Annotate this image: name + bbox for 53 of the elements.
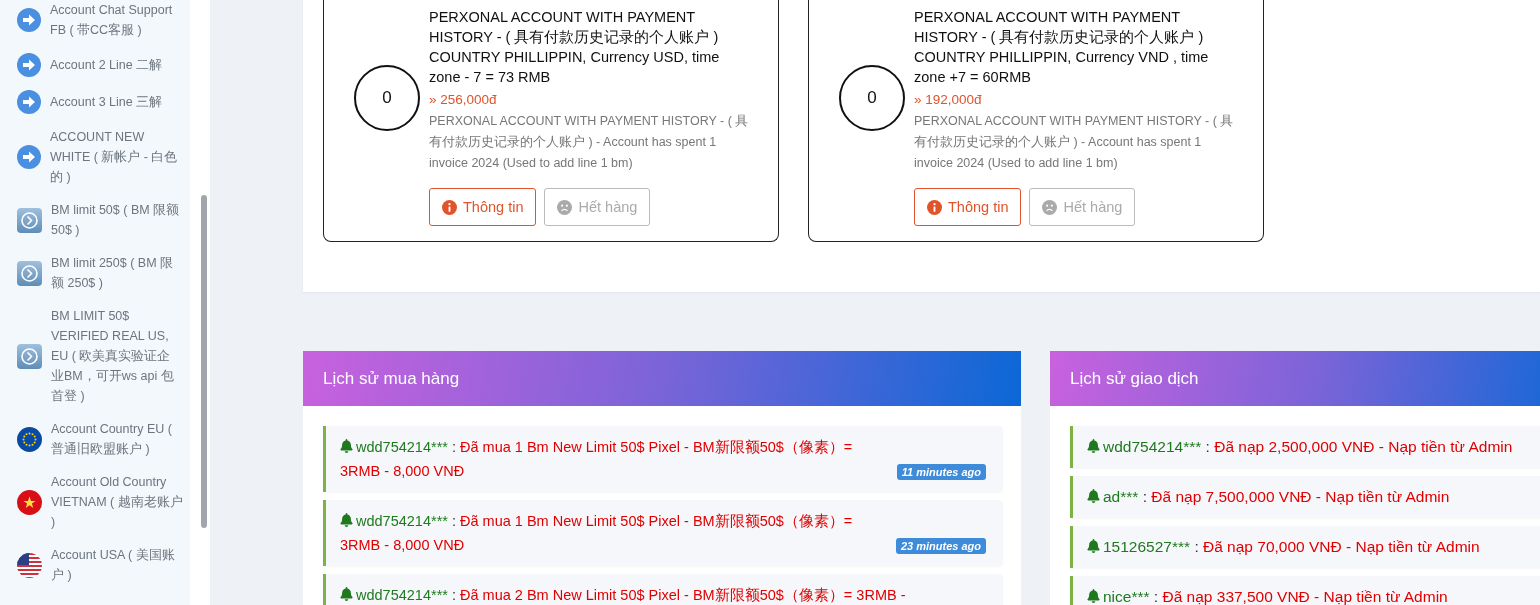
sad-face-icon: [1042, 199, 1058, 215]
chevron-square-icon: [17, 207, 42, 233]
product-description: PERXONAL ACCOUNT WITH PAYMENT HISTORY - ( 具有付款历史记录的个人账户 ) - Account has spent 1 invoice 2024 (Used to add line 1 bm): [914, 113, 1235, 172]
eu-flag-icon: [17, 426, 42, 452]
entry-text: wdd754214*** : Đã mua 1 Bm New Limit 50$ Pixel - BM新限额50$（像素）= 3RMB - 8,000 VNĐ: [340, 512, 854, 555]
stock-counter: 0: [839, 65, 905, 131]
arrow-circle-icon: [17, 90, 41, 114]
bell-icon: [1087, 539, 1100, 553]
bell-icon: [340, 513, 353, 527]
product-price: » 256,000đ: [429, 91, 498, 109]
bell-icon: [340, 587, 353, 601]
entry-text: wdd754214*** : Đã mua 1 Bm New Limit 50$ Pixel - BM新限额50$（像素）= 3RMB - 8,000 VNĐ: [340, 438, 854, 481]
info-button[interactable]: Thông tin: [429, 188, 537, 226]
product-price: » 192,000đ: [914, 91, 983, 109]
chevron-square-icon: [17, 260, 42, 286]
bell-icon: [340, 439, 353, 453]
sidebar-item[interactable]: Account Chat Support FB ( 带CC客服 ): [17, 0, 190, 40]
bell-icon: [1087, 589, 1100, 603]
sidebar-item[interactable]: BM limit 250$ ( BM 限额 250$ ): [17, 253, 190, 293]
panel-header: Lịch sử giao dịch: [1050, 351, 1540, 406]
sidebar-item[interactable]: Account Country EU ( 普通旧欧盟账户 ): [17, 419, 190, 459]
arrow-circle-icon: [17, 53, 41, 77]
usa-flag-icon: [17, 552, 42, 578]
sidebar-item[interactable]: BM LIMIT 50$ VERIFIED REAL US, EU ( 欧美真实验证企业BM，可开ws api 包首登 ): [17, 306, 190, 406]
info-button[interactable]: Thông tin: [914, 188, 1022, 226]
sidebar-item[interactable]: Account USA ( 美国账户 ): [17, 545, 190, 585]
info-icon: [442, 199, 457, 215]
sidebar-item[interactable]: Account 2 Line 二解: [17, 53, 190, 77]
bell-icon: [1087, 439, 1100, 453]
sidebar-item[interactable]: ACCOUNT NEW WHITE ( 新帐户 - 白色的 ): [17, 127, 190, 187]
sad-face-icon: [557, 199, 573, 215]
product-title: PERXONAL ACCOUNT WITH PAYMENT HISTORY - ( 具有付款历史记录的个人账户 ) COUNTRY PHILLIPPIN, Currency VND , time zone +7 = 60RMB: [914, 8, 1210, 87]
sidebar-item[interactable]: BM limit 50$ ( BM 限额 50$ ): [17, 200, 190, 240]
sidebar-item[interactable]: Account Old Country VIETNAM ( 越南老账户 ): [17, 472, 190, 532]
time-tag: 11 minutes ago: [896, 464, 986, 480]
product-title: PERXONAL ACCOUNT WITH PAYMENT HISTORY - ( 具有付款历史记录的个人账户 ) COUNTRY PHILLIPPIN, Currency USD, time zone - 7 = 73 RMB: [429, 8, 721, 87]
entry-text: 15126527*** : Đã nạp 70,000 VNĐ - Nạp tiền từ Admin: [1087, 535, 1540, 559]
scrollbar-thumb[interactable]: [201, 195, 207, 528]
sidebar-item[interactable]: Account 3 Line 三解: [17, 90, 190, 114]
product-description: PERXONAL ACCOUNT WITH PAYMENT HISTORY - ( 具有付款历史记录的个人账户 ) - Account has spent 1 invoice 2024 (Used to add line 1 bm): [429, 113, 750, 172]
arrow-circle-icon: [17, 8, 41, 32]
entry-text: wdd754214*** : Đã nạp 2,500,000 VNĐ - Nạp tiền từ Admin: [1087, 435, 1540, 459]
time-tag: 23 minutes ago: [895, 538, 986, 554]
arrow-circle-icon: [17, 145, 41, 169]
entry-text: nice*** : Đã nạp 337,500 VNĐ - Nạp tiền từ Admin: [1087, 585, 1540, 605]
entry-text: wdd754214*** : Đã mua 2 Bm New Limit 50$ Pixel - BM新限额50$（像素）= 3RMB -: [340, 583, 986, 605]
chevron-square-icon: [17, 343, 42, 369]
entry-text: ad*** : Đã nạp 7,500,000 VNĐ - Nạp tiền từ Admin: [1087, 485, 1540, 509]
bell-icon: [1087, 489, 1100, 503]
info-icon: [927, 199, 942, 215]
vietnam-flag-icon: [17, 489, 42, 515]
stock-counter: 0: [354, 65, 420, 131]
panel-header: Lịch sử mua hàng: [303, 351, 1021, 406]
